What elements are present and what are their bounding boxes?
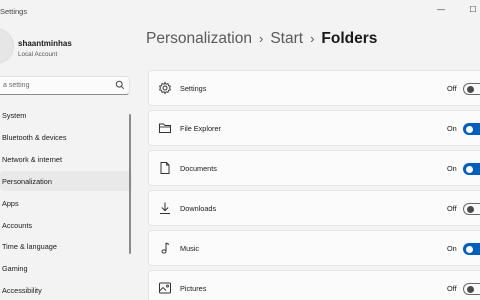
toggle-state-label: On <box>447 124 457 133</box>
settings-toggle[interactable] <box>463 83 480 95</box>
toggle-state-label: Off <box>447 284 457 293</box>
picture-icon <box>159 282 171 294</box>
breadcrumb-start[interactable]: Start <box>270 30 303 47</box>
sidebar-item-system[interactable]: System <box>0 105 132 125</box>
search-input[interactable]: a setting <box>0 76 130 95</box>
maximize-button[interactable]: ☐ <box>466 3 480 17</box>
toggle-knob <box>466 245 473 253</box>
folder-icon <box>159 123 171 133</box>
breadcrumb-separator: › <box>310 31 315 46</box>
toggle-knob <box>467 86 474 93</box>
sidebar-item-time-language[interactable]: Time & language <box>0 236 132 256</box>
toggle-state-label: Off <box>447 84 457 93</box>
sidebar-item-label: Personalization <box>2 177 52 186</box>
sidebar-item-accessibility[interactable]: Accessibility <box>0 280 132 300</box>
documents-toggle[interactable] <box>463 163 480 175</box>
sidebar-item-gaming[interactable]: Gaming <box>0 258 132 278</box>
document-icon <box>160 162 170 174</box>
search-placeholder: a setting <box>3 82 30 89</box>
file-explorer-toggle[interactable] <box>463 123 480 135</box>
pictures-toggle[interactable] <box>463 283 480 295</box>
sidebar-scrollbar[interactable] <box>129 114 131 254</box>
download-icon <box>160 202 170 214</box>
sidebar-item-network-internet[interactable]: Network & internet <box>0 149 132 169</box>
title-bar: Settings — ☐ <box>0 0 480 24</box>
user-name: shaantminhas <box>18 39 72 48</box>
folder-label: Downloads <box>180 204 217 213</box>
downloads-toggle[interactable] <box>463 203 480 215</box>
toggle-state-label: Off <box>447 204 457 213</box>
sidebar-item-apps[interactable]: Apps <box>0 193 132 213</box>
toggle-state-label: On <box>447 164 457 173</box>
breadcrumb-personalization[interactable]: Personalization <box>146 30 252 47</box>
minimize-button[interactable]: — <box>434 3 448 17</box>
folder-row-music: Music On <box>148 230 480 266</box>
page-title: Folders <box>321 30 378 47</box>
sidebar-item-label: Apps <box>2 199 19 208</box>
sidebar-item-label: Accessibility <box>2 286 42 295</box>
toggle-knob <box>466 165 473 173</box>
sidebar-item-label: Bluetooth & devices <box>2 133 67 142</box>
sidebar-item-accounts[interactable]: Accounts <box>0 215 132 235</box>
folder-row-pictures: Pictures Off <box>148 270 480 300</box>
breadcrumb-separator: › <box>258 31 264 46</box>
folder-row-file-explorer: File Explorer On <box>148 110 480 146</box>
search-icon[interactable] <box>115 80 125 90</box>
sidebar-item-label: Network & internet <box>2 155 63 164</box>
toggle-state-label: On <box>447 244 457 253</box>
music-icon <box>161 242 170 254</box>
folder-label: Settings <box>180 84 207 93</box>
folder-row-documents: Documents On <box>148 150 480 186</box>
sidebar-item-label: Accounts <box>2 221 33 230</box>
account-type: Local Account <box>18 51 58 58</box>
gear-icon <box>158 81 172 95</box>
app-title: Settings <box>0 7 28 16</box>
sidebar-item-label: System <box>2 111 27 120</box>
folder-row-settings: Settings Off <box>148 70 480 106</box>
sidebar-item-bluetooth-devices[interactable]: Bluetooth & devices <box>0 127 132 147</box>
avatar[interactable] <box>0 28 14 64</box>
sidebar-item-personalization[interactable]: Personalization <box>0 171 132 191</box>
sidebar-item-label: Time & language <box>2 242 57 251</box>
toggle-knob <box>466 125 473 133</box>
folder-label: File Explorer <box>180 124 221 133</box>
folder-label: Documents <box>180 164 217 173</box>
folder-label: Pictures <box>180 284 207 293</box>
toggle-knob <box>467 286 474 293</box>
toggle-knob <box>467 206 474 213</box>
folder-label: Music <box>180 244 200 253</box>
music-toggle[interactable] <box>463 243 480 255</box>
folder-row-downloads: Downloads Off <box>148 190 480 226</box>
breadcrumb: Personalization › Start › Folders <box>146 30 377 48</box>
sidebar-item-label: Gaming <box>2 264 28 273</box>
